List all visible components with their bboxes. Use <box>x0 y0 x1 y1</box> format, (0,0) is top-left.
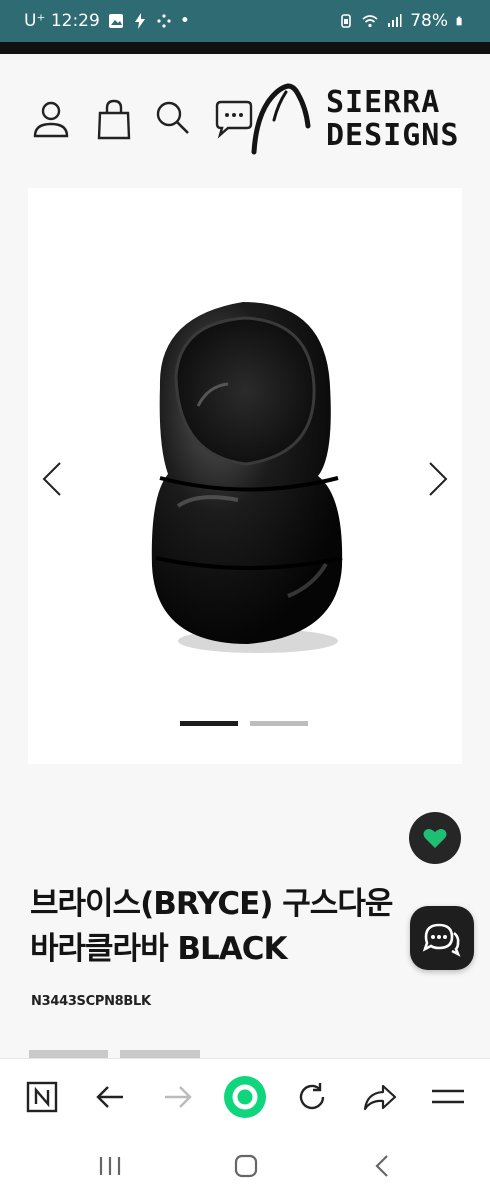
color-option-thumbnail[interactable] <box>29 1050 108 1058</box>
share-arrow-icon <box>363 1084 397 1111</box>
reload-icon <box>299 1083 325 1110</box>
brand-name-line1: SIERRA <box>326 85 441 120</box>
brand-name-line2: DESIGNS <box>326 118 460 153</box>
battery-icon <box>456 16 462 26</box>
browser-top-strip <box>0 42 490 54</box>
system-navigation-bar <box>0 1134 490 1200</box>
alarm-icon <box>341 14 352 28</box>
gallery-notification-icon <box>108 14 123 28</box>
dots-notification-icon <box>157 14 171 28</box>
hamburger-menu-icon <box>432 1089 464 1104</box>
battery-level: 78% <box>410 11 448 31</box>
forward-button[interactable] <box>158 1077 198 1117</box>
brand-logo[interactable]: SIERRA DESIGNS <box>250 82 465 158</box>
home-square-icon <box>234 1154 258 1178</box>
status-more-dot: • <box>179 11 190 31</box>
share-button[interactable] <box>360 1077 400 1117</box>
back-button[interactable] <box>90 1077 130 1117</box>
reload-button[interactable] <box>292 1077 332 1117</box>
status-time: U⁺ 12:29 <box>24 11 100 31</box>
back-nav-button[interactable] <box>362 1150 402 1182</box>
menu-button[interactable] <box>428 1077 468 1117</box>
status-bar: U⁺ 12:29 • 78% <box>0 0 490 42</box>
charging-bolt-icon <box>134 13 145 29</box>
back-chevron-icon <box>375 1155 388 1177</box>
back-arrow-icon <box>96 1086 123 1108</box>
product-title: 브라이스(BRYCE) 구스다운 바라클라바 BLACK <box>30 882 410 972</box>
green-dot-icon <box>224 1076 266 1118</box>
wishlist-button[interactable] <box>409 812 461 864</box>
naver-home-button[interactable] <box>22 1077 62 1117</box>
browser-toolbar <box>0 1058 490 1134</box>
naver-n-icon <box>26 1081 58 1113</box>
recent-apps-button[interactable] <box>90 1150 130 1182</box>
forward-arrow-icon <box>165 1086 192 1108</box>
home-nav-button[interactable] <box>226 1150 266 1182</box>
product-gallery[interactable] <box>28 188 462 764</box>
signal-icon <box>388 14 402 27</box>
chat-support-button[interactable] <box>410 906 474 970</box>
chat-bubbles-icon <box>422 923 461 957</box>
recent-apps-icon <box>99 1157 121 1175</box>
heart-icon <box>423 829 447 848</box>
previous-image-arrow-icon[interactable] <box>40 460 64 498</box>
next-image-arrow-icon[interactable] <box>426 460 450 498</box>
shopping-bag-icon[interactable] <box>92 98 136 142</box>
green-home-button[interactable] <box>223 1075 267 1119</box>
search-icon[interactable] <box>152 98 196 142</box>
mountain-mark-icon <box>251 83 311 155</box>
wifi-icon <box>362 15 378 28</box>
product-title-line1: 브라이스(BRYCE) 구스다운 <box>30 886 393 922</box>
gallery-pagination <box>180 721 308 726</box>
product-image-balaclava <box>151 302 343 653</box>
gallery-dot[interactable] <box>250 721 308 726</box>
site-header: SIERRA DESIGNS <box>0 54 490 184</box>
gallery-dot-active[interactable] <box>180 721 238 726</box>
product-title-line2: 바라클라바 BLACK <box>30 931 288 967</box>
color-option-thumbnail[interactable] <box>120 1050 200 1058</box>
product-sku: N3443SCPN8BLK <box>31 994 151 1009</box>
account-icon[interactable] <box>30 98 74 142</box>
